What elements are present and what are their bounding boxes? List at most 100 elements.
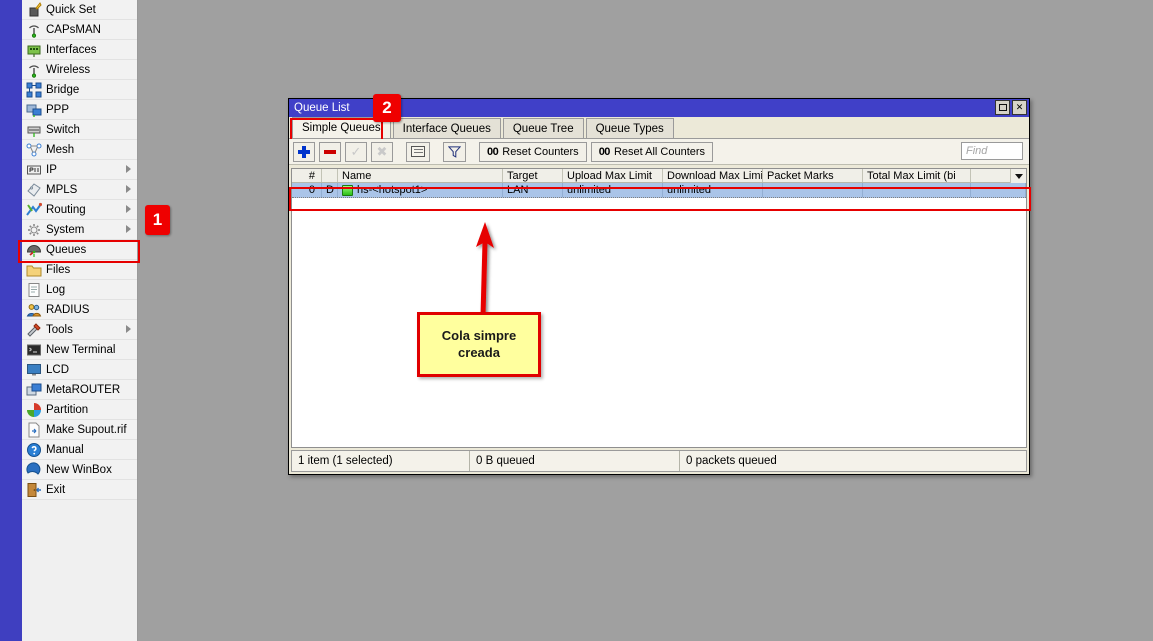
lcd-icon: [26, 362, 42, 378]
sidebar-item-new-winbox[interactable]: New WinBox: [22, 460, 137, 480]
sidebar-item-mpls[interactable]: MPLS: [22, 180, 137, 200]
column-header-label: Name: [342, 170, 371, 182]
sidebar-item-label: LCD: [46, 360, 69, 380]
column-header-label: Target: [507, 170, 538, 182]
cell-text: hs-<hotspot1>: [357, 183, 427, 197]
cell-text: D: [326, 184, 334, 196]
check-icon: ✓: [351, 145, 362, 158]
sidebar-item-label: New Terminal: [46, 340, 115, 360]
files-icon: [26, 262, 42, 278]
tab-label: Queue Types: [596, 123, 664, 135]
queue-table: # Name Target Upload Max Limit Download Max …: [291, 168, 1027, 448]
capsman-icon: [26, 22, 42, 38]
tab-queue-types[interactable]: Queue Types: [586, 118, 674, 138]
sidebar-item-files[interactable]: Files: [22, 260, 137, 280]
sidebar-item-partition[interactable]: Partition: [22, 400, 137, 420]
partition-icon: [26, 402, 42, 418]
maximize-icon[interactable]: [995, 100, 1010, 115]
reset-counters-label: Reset Counters: [502, 146, 578, 158]
comment-button[interactable]: [406, 142, 430, 162]
close-icon[interactable]: ✕: [1012, 100, 1027, 115]
column-header-label: #: [309, 170, 315, 182]
column-header-totalmax[interactable]: Total Max Limit (bi: [863, 169, 971, 182]
metarouter-icon: [26, 382, 42, 398]
status-items: 1 item (1 selected): [292, 451, 470, 471]
sidebar-item-label: System: [46, 220, 84, 240]
sidebar-item-metarouter[interactable]: MetaROUTER: [22, 380, 137, 400]
column-header-upload[interactable]: Upload Max Limit: [563, 169, 663, 182]
column-header-num[interactable]: #: [292, 169, 322, 182]
queue-icon: [342, 185, 353, 196]
cell-marks: [763, 183, 863, 197]
reset-all-counters-zeros: 00: [599, 146, 610, 158]
sidebar-item-bridge[interactable]: Bridge: [22, 80, 137, 100]
sidebar-item-label: Mesh: [46, 140, 74, 160]
sidebar-item-label: Quick Set: [46, 0, 96, 20]
sidebar-item-wireless[interactable]: Wireless: [22, 60, 137, 80]
column-header-label: Total Max Limit (bi: [867, 170, 956, 182]
tab-label: Queue Tree: [513, 123, 574, 135]
sidebar-item-label: CAPsMAN: [46, 20, 101, 40]
sidebar-item-label: Queues: [46, 240, 86, 260]
column-header-marks[interactable]: Packet Marks: [763, 169, 863, 182]
sidebar-item-make-supout-rif[interactable]: Make Supout.rif: [22, 420, 137, 440]
table-row[interactable]: 0Dhs-<hotspot1>LANunlimitedunlimited: [292, 183, 1026, 198]
reset-all-counters-button[interactable]: 00 Reset All Counters: [591, 142, 713, 162]
submenu-arrow-icon: [126, 165, 131, 173]
disable-queue-button[interactable]: ✖: [371, 142, 393, 162]
sidebar-item-ppp[interactable]: PPP: [22, 100, 137, 120]
tab-label: Interface Queues: [403, 123, 491, 135]
log-icon: [26, 282, 42, 298]
sidebar-item-exit[interactable]: Exit: [22, 480, 137, 500]
sidebar-item-mesh[interactable]: Mesh: [22, 140, 137, 160]
column-header-download[interactable]: Download Max Limit: [663, 169, 763, 182]
sidebar-item-ip[interactable]: IP: [22, 160, 137, 180]
table-body: 0Dhs-<hotspot1>LANunlimitedunlimited: [292, 183, 1026, 198]
system-icon: [26, 222, 42, 238]
mesh-icon: [26, 142, 42, 158]
sidebar-item-label: Bridge: [46, 80, 79, 100]
screen-root: Quick SetCAPsMANInterfacesWirelessBridge…: [0, 0, 1153, 641]
find-input[interactable]: Find: [961, 142, 1023, 160]
column-header-label: Download Max Limit: [667, 170, 763, 182]
sidebar-item-label: New WinBox: [46, 460, 112, 480]
supout-icon: [26, 422, 42, 438]
column-header-name[interactable]: Name: [338, 169, 503, 182]
sidebar-item-manual[interactable]: Manual: [22, 440, 137, 460]
add-queue-button[interactable]: [293, 142, 315, 162]
sidebar-item-quick-set[interactable]: Quick Set: [22, 0, 137, 20]
sidebar-item-tools[interactable]: Tools: [22, 320, 137, 340]
status-queued-bytes: 0 B queued: [470, 451, 680, 471]
reset-counters-button[interactable]: 00 Reset Counters: [479, 142, 587, 162]
sidebar-item-radius[interactable]: RADIUS: [22, 300, 137, 320]
sidebar-item-lcd[interactable]: LCD: [22, 360, 137, 380]
callout-text: Cola simpre creada: [420, 328, 538, 361]
sidebar-item-system[interactable]: System: [22, 220, 137, 240]
sidebar-item-log[interactable]: Log: [22, 280, 137, 300]
annotation-badge-1: 1: [145, 205, 170, 235]
sidebar-item-switch[interactable]: Switch: [22, 120, 137, 140]
sidebar-menu-panel: Quick SetCAPsMANInterfacesWirelessBridge…: [22, 0, 138, 641]
cell-download: unlimited: [663, 183, 763, 197]
column-header-target[interactable]: Target: [503, 169, 563, 182]
sidebar-item-routing[interactable]: Routing: [22, 200, 137, 220]
filter-button[interactable]: [443, 142, 466, 162]
interfaces-icon: [26, 42, 42, 58]
sidebar-item-interfaces[interactable]: Interfaces: [22, 40, 137, 60]
column-chooser-button[interactable]: [1010, 169, 1026, 183]
sidebar-item-queues[interactable]: Queues: [22, 240, 137, 260]
ip-icon: [26, 162, 42, 178]
enable-queue-button[interactable]: ✓: [345, 142, 367, 162]
winbox-icon: [26, 462, 42, 478]
cell-text: unlimited: [667, 184, 711, 196]
remove-queue-button[interactable]: [319, 142, 341, 162]
tab-interface-queues[interactable]: Interface Queues: [393, 118, 501, 138]
comment-icon: [411, 146, 425, 157]
column-header-label: Packet Marks: [767, 170, 834, 182]
sidebar-item-new-terminal[interactable]: New Terminal: [22, 340, 137, 360]
tab-queue-tree[interactable]: Queue Tree: [503, 118, 584, 138]
column-header-flags[interactable]: [322, 169, 338, 182]
plus-icon: [298, 146, 310, 158]
cell-extra: [971, 183, 1026, 197]
sidebar-item-capsman[interactable]: CAPsMAN: [22, 20, 137, 40]
